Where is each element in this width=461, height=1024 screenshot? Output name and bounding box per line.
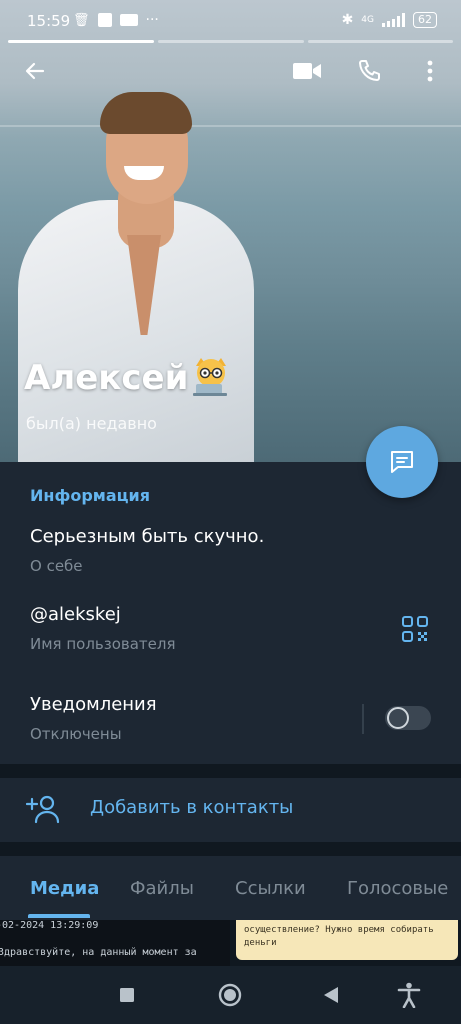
info-section-title: Информация: [30, 486, 150, 505]
message-icon: [391, 451, 413, 473]
video-call-button[interactable]: [292, 56, 322, 86]
tab-voice[interactable]: Голосовые: [347, 878, 448, 899]
media-thumb-2-text: осуществление? Нужно время собирать день…: [244, 925, 434, 948]
bio-label: О себе: [30, 557, 83, 575]
tab-media[interactable]: Медиа: [30, 878, 99, 899]
accessibility-icon: [397, 982, 421, 1008]
app-j-icon: [97, 13, 112, 27]
profile-last-seen: был(а) недавно: [26, 414, 157, 433]
photo-hair: [100, 92, 192, 134]
signal-icon: [382, 13, 405, 27]
qr-code-icon[interactable]: [402, 616, 428, 642]
triangle-back-icon: [324, 987, 338, 1003]
battery-icon: 62: [413, 12, 437, 28]
active-tab-indicator: [28, 914, 90, 918]
media-thumb-1-text: Здравствуйте, на данный момент за: [0, 947, 197, 958]
story-progress-3: [308, 40, 453, 43]
profile-name: Алексей: [24, 358, 189, 398]
media-thumb-2[interactable]: осуществление? Нужно время собирать день…: [236, 920, 458, 960]
arrow-left-icon: [25, 62, 45, 80]
menu-button[interactable]: [415, 56, 445, 86]
section-gap: [0, 764, 461, 778]
add-user-icon: [26, 795, 60, 824]
send-message-button[interactable]: [366, 426, 438, 498]
tab-files[interactable]: Файлы: [130, 878, 194, 899]
profile-toolbar: [0, 48, 461, 94]
toggle-knob: [387, 707, 409, 729]
home-circle-icon: [218, 983, 242, 1007]
more-vertical-icon: [427, 60, 433, 82]
trash-icon: 🗑: [73, 12, 90, 28]
media-thumb-1[interactable]: -02-2024 13:29:09 Здравствуйте, на данны…: [0, 920, 230, 966]
username-text[interactable]: @alekskej: [30, 604, 121, 625]
media-grid: -02-2024 13:29:09 Здравствуйте, на данны…: [0, 920, 461, 966]
username-label: Имя пользователя: [30, 635, 176, 653]
phone-icon: [359, 60, 380, 81]
notification-icons: 🗑 ···: [73, 12, 159, 28]
system-icons: ✱ 4G 62: [342, 12, 437, 28]
tab-links[interactable]: Ссылки: [235, 878, 306, 899]
notifications-divider: [362, 704, 364, 734]
notifications-title[interactable]: Уведомления: [30, 694, 157, 715]
add-contact-label[interactable]: Добавить в контакты: [90, 797, 293, 818]
media-thumb-1-date: -02-2024 13:29:09: [0, 920, 99, 931]
bio-text[interactable]: Серьезным быть скучно.: [30, 526, 264, 547]
recents-button[interactable]: [114, 982, 140, 1008]
status-time: 15:59: [27, 12, 71, 30]
horizon-line: [0, 125, 461, 127]
bluetooth-icon: ✱: [341, 12, 354, 28]
video-call-icon: [293, 63, 321, 79]
section-gap-2: [0, 842, 461, 856]
status-bar: 15:59 🗑 ··· ✱ 4G 62: [0, 0, 461, 40]
emoji-status-icon[interactable]: [190, 356, 232, 398]
call-button[interactable]: [354, 56, 384, 86]
more-notifications-icon: ···: [145, 12, 159, 28]
back-button[interactable]: [20, 56, 50, 86]
story-progress-2: [158, 40, 304, 43]
notifications-state: Отключены: [30, 725, 122, 743]
app-notification-icon: [119, 14, 138, 26]
accessibility-button[interactable]: [396, 982, 422, 1008]
network-type: 4G: [361, 15, 374, 25]
notifications-toggle[interactable]: [385, 706, 431, 730]
story-progress-1: [8, 40, 154, 43]
back-nav-button[interactable]: [318, 982, 344, 1008]
square-icon: [120, 988, 134, 1002]
home-button[interactable]: [217, 982, 243, 1008]
